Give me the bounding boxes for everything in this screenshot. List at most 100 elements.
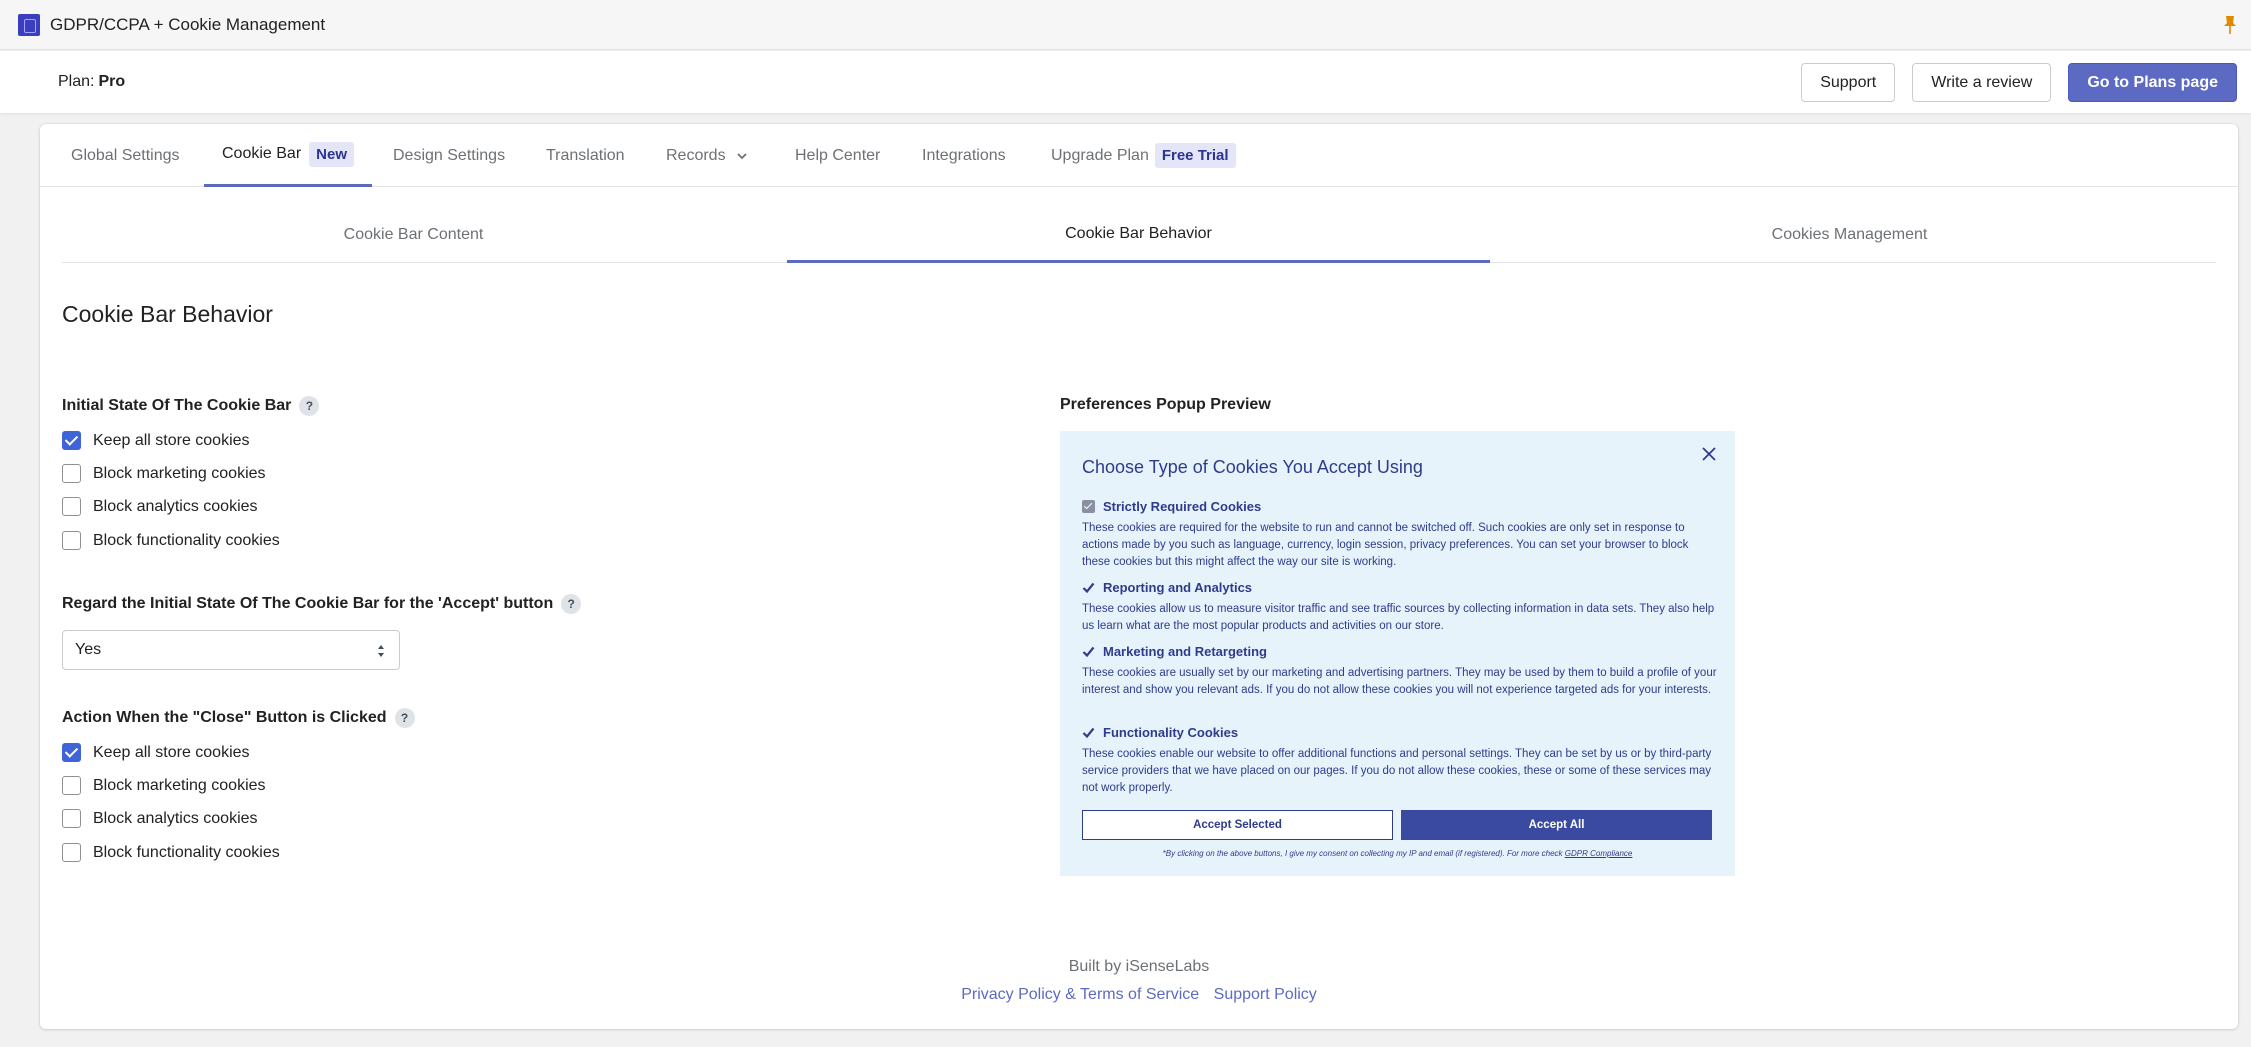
- consent-note-text: *By clicking on the above buttons, I giv…: [1162, 849, 1563, 858]
- checkbox[interactable]: [62, 497, 81, 516]
- help-icon[interactable]: ?: [561, 594, 582, 614]
- initial-block-functionality-checkbox[interactable]: Block functionality cookies: [62, 531, 280, 550]
- plan-value: Pro: [98, 73, 126, 90]
- plan-bar: Plan: Pro Support Write a review Go to P…: [0, 51, 2251, 113]
- popup-item-title: Strictly Required Cookies: [1103, 498, 1262, 514]
- close-block-functionality-checkbox[interactable]: Block functionality cookies: [62, 843, 280, 862]
- checkbox-checked[interactable]: [62, 743, 81, 762]
- check-icon[interactable]: [1082, 645, 1095, 658]
- checkbox-label: Block analytics cookies: [93, 809, 258, 827]
- preferences-popup-preview: Choose Type of Cookies You Accept Using …: [1060, 431, 1735, 876]
- main-tabs: Global Settings Cookie Bar New Design Se…: [40, 124, 2238, 187]
- tab-label: Cookie Bar: [222, 145, 302, 162]
- main-card: Global Settings Cookie Bar New Design Se…: [40, 124, 2238, 1029]
- regard-label: Regard the Initial State Of The Cookie B…: [62, 594, 582, 614]
- group-label-text: Initial State Of The Cookie Bar: [62, 397, 292, 414]
- tab-upgrade-plan[interactable]: Upgrade Plan Free Trial: [1051, 124, 1236, 187]
- checkbox-checked[interactable]: [62, 431, 81, 450]
- checkbox[interactable]: [62, 464, 81, 483]
- popup-item-desc: These cookies allow us to measure visito…: [1082, 603, 1715, 632]
- popup-item-title: Reporting and Analytics: [1103, 579, 1253, 595]
- checkbox-label: Block marketing cookies: [93, 464, 266, 482]
- go-to-plans-button[interactable]: Go to Plans page: [2068, 63, 2237, 102]
- tab-label: Upgrade Plan: [1051, 146, 1149, 164]
- accept-all-button[interactable]: Accept All: [1401, 810, 1712, 840]
- privacy-policy-link[interactable]: Privacy Policy & Terms of Service: [961, 986, 1199, 1003]
- select-arrows-icon: [378, 645, 384, 657]
- check-icon[interactable]: [1082, 581, 1095, 594]
- tab-integrations[interactable]: Integrations: [922, 124, 1006, 187]
- popup-item-title: Marketing and Retargeting: [1103, 643, 1267, 659]
- initial-keep-all-checkbox[interactable]: Keep all store cookies: [62, 431, 250, 450]
- checkbox-label: Block functionality cookies: [93, 531, 280, 549]
- preview-label: Preferences Popup Preview: [1060, 396, 1271, 413]
- tab-global-settings[interactable]: Global Settings: [71, 124, 180, 187]
- close-icon[interactable]: [1701, 446, 1717, 462]
- popup-item-marketing-retargeting: Marketing and Retargeting These cookies …: [1082, 643, 1717, 699]
- support-button[interactable]: Support: [1801, 63, 1896, 102]
- consent-note: *By clicking on the above buttons, I giv…: [1060, 849, 1735, 858]
- group-label-text: Regard the Initial State Of The Cookie B…: [62, 595, 554, 612]
- footer-links: Privacy Policy & Terms of Service Suppor…: [40, 986, 2238, 1004]
- tab-design-settings[interactable]: Design Settings: [393, 124, 505, 187]
- subtab-label: Cookie Bar Behavior: [1065, 224, 1212, 242]
- initial-state-label: Initial State Of The Cookie Bar ?: [62, 396, 320, 416]
- subtab-cookie-bar-content[interactable]: Cookie Bar Content: [62, 207, 765, 263]
- popup-item-title: Functionality Cookies: [1103, 724, 1239, 740]
- accept-selected-button[interactable]: Accept Selected: [1082, 810, 1393, 840]
- checkbox-disabled-icon: [1082, 499, 1095, 513]
- popup-item-desc: These cookies are required for the websi…: [1082, 522, 1689, 568]
- subtab-cookie-bar-behavior[interactable]: Cookie Bar Behavior: [787, 207, 1490, 263]
- support-policy-link[interactable]: Support Policy: [1214, 986, 1317, 1003]
- tab-label: Help Center: [795, 146, 881, 164]
- checkbox-label: Block analytics cookies: [93, 497, 258, 515]
- tab-translation[interactable]: Translation: [546, 124, 625, 187]
- built-by-text: Built by iSenseLabs: [1068, 958, 1210, 975]
- checkbox[interactable]: [62, 843, 81, 862]
- close-action-label: Action When the "Close" Button is Clicke…: [62, 708, 415, 728]
- subtab-label: Cookie Bar Content: [343, 226, 484, 243]
- regard-select[interactable]: Yes: [62, 630, 400, 670]
- chevron-down-icon: [736, 152, 747, 159]
- tab-label: Translation: [546, 146, 625, 164]
- checkbox-label: Keep all store cookies: [93, 431, 250, 449]
- popup-item-desc: These cookies enable our website to offe…: [1082, 748, 1712, 794]
- checkbox[interactable]: [62, 809, 81, 828]
- help-icon[interactable]: ?: [299, 396, 320, 416]
- popup-item-desc: These cookies are usually set by our mar…: [1082, 667, 1717, 696]
- tab-help-center[interactable]: Help Center: [795, 124, 880, 187]
- checkbox[interactable]: [62, 531, 81, 550]
- tab-label: Records: [666, 146, 726, 164]
- new-badge: New: [309, 141, 354, 167]
- checkbox[interactable]: [62, 776, 81, 795]
- popup-item-strictly-required: Strictly Required Cookies These cookies …: [1082, 498, 1717, 571]
- section-title: Cookie Bar Behavior: [62, 301, 273, 327]
- popup-item-functionality: Functionality Cookies These cookies enab…: [1082, 724, 1717, 797]
- tab-label: Global Settings: [71, 146, 180, 164]
- close-keep-all-checkbox[interactable]: Keep all store cookies: [62, 743, 250, 762]
- app-logo-icon: [18, 13, 40, 36]
- subtab-label: Cookies Management: [1771, 226, 1928, 243]
- gdpr-compliance-link[interactable]: GDPR Compliance: [1565, 849, 1633, 858]
- initial-block-analytics-checkbox[interactable]: Block analytics cookies: [62, 497, 258, 516]
- write-review-button[interactable]: Write a review: [1912, 63, 2052, 102]
- pin-icon[interactable]: [2223, 15, 2237, 35]
- tab-label: Design Settings: [393, 146, 506, 164]
- tab-cookie-bar[interactable]: Cookie Bar New: [204, 124, 372, 187]
- check-icon[interactable]: [1082, 726, 1095, 739]
- checkbox-label: Keep all store cookies: [93, 743, 250, 761]
- close-block-marketing-checkbox[interactable]: Block marketing cookies: [62, 776, 266, 795]
- close-block-analytics-checkbox[interactable]: Block analytics cookies: [62, 809, 258, 828]
- sub-tabs: Cookie Bar Content Cookie Bar Behavior C…: [62, 207, 2216, 263]
- subtab-cookies-management[interactable]: Cookies Management: [1498, 207, 2201, 263]
- tab-label: Integrations: [922, 146, 1006, 164]
- app-titlebar: GDPR/CCPA + Cookie Management: [0, 0, 2251, 50]
- tab-records[interactable]: Records: [666, 124, 748, 187]
- checkbox-label: Block marketing cookies: [93, 776, 266, 794]
- initial-block-marketing-checkbox[interactable]: Block marketing cookies: [62, 464, 266, 483]
- help-icon[interactable]: ?: [394, 708, 415, 728]
- app-title: GDPR/CCPA + Cookie Management: [50, 14, 326, 34]
- top-actions: Support Write a review Go to Plans page: [1801, 63, 2237, 102]
- free-trial-badge: Free Trial: [1154, 143, 1236, 168]
- popup-item-reporting-analytics: Reporting and Analytics These cookies al…: [1082, 579, 1717, 635]
